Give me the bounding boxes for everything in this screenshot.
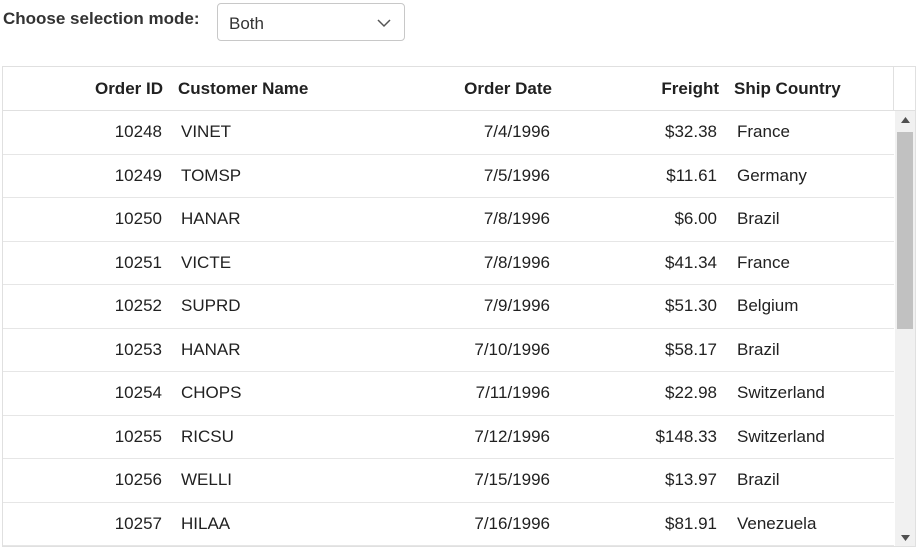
header-divider [893,67,894,111]
column-header-ship-country[interactable]: Ship Country [734,67,894,110]
cell-order-date[interactable]: 7/8/1996 [383,242,551,285]
grid-body: 10248 VINET 7/4/1996 $32.38 France 10249 TOMSP… [3,111,894,546]
table-row[interactable]: 10251 VICTE 7/8/1996 $41.34 France [3,241,894,285]
cell-ship-country[interactable]: Switzerland [737,372,894,415]
cell-order-date[interactable]: 7/5/1996 [383,155,551,198]
cell-order-date[interactable]: 7/12/1996 [383,416,551,459]
toolbar: Choose selection mode: Both [0,0,917,44]
cell-ship-country[interactable]: Germany [737,155,894,198]
cell-freight[interactable]: $32.38 [563,111,718,154]
table-row[interactable]: 10256 WELLI 7/15/1996 $13.97 Brazil [3,459,894,503]
cell-customer-name[interactable]: HANAR [181,329,381,372]
column-header-order-date[interactable]: Order Date [383,67,552,110]
cell-order-id[interactable]: 10254 [3,372,163,415]
table-row[interactable]: 10248 VINET 7/4/1996 $32.38 France [3,111,894,155]
selection-mode-label: Choose selection mode: [3,9,200,28]
cell-freight[interactable]: $13.97 [563,459,718,502]
table-row[interactable]: 10252 SUPRD 7/9/1996 $51.30 Belgium [3,285,894,329]
table-row[interactable]: 10255 RICSU 7/12/1996 $148.33 Switzerland [3,415,894,459]
selection-mode-dropdown[interactable]: Both [217,3,405,41]
cell-order-id[interactable]: 10248 [3,111,163,154]
cell-ship-country[interactable]: Brazil [737,198,894,241]
table-row[interactable]: 10257 HILAA 7/16/1996 $81.91 Venezuela [3,502,894,546]
cell-order-id[interactable]: 10255 [3,416,163,459]
scroll-up-arrow-icon[interactable] [895,111,915,128]
cell-order-id[interactable]: 10257 [3,503,163,546]
cell-customer-name[interactable]: WELLI [181,459,381,502]
table-row[interactable]: 10250 HANAR 7/8/1996 $6.00 Brazil [3,198,894,242]
chevron-down-icon [377,19,391,28]
cell-order-date[interactable]: 7/15/1996 [383,459,551,502]
orders-grid: Order ID Customer Name Order Date Freigh… [2,66,916,547]
cell-order-date[interactable]: 7/11/1996 [383,372,551,415]
cell-order-id[interactable]: 10252 [3,285,163,328]
cell-order-id[interactable]: 10253 [3,329,163,372]
cell-customer-name[interactable]: SUPRD [181,285,381,328]
cell-freight[interactable]: $58.17 [563,329,718,372]
cell-order-id[interactable]: 10256 [3,459,163,502]
table-row[interactable]: 10249 TOMSP 7/5/1996 $11.61 Germany [3,154,894,198]
table-row[interactable]: 10253 HANAR 7/10/1996 $58.17 Brazil [3,328,894,372]
selection-mode-value: Both [229,14,264,33]
cell-customer-name[interactable]: HANAR [181,198,381,241]
cell-freight[interactable]: $11.61 [563,155,718,198]
cell-freight[interactable]: $81.91 [563,503,718,546]
cell-customer-name[interactable]: RICSU [181,416,381,459]
cell-order-date[interactable]: 7/9/1996 [383,285,551,328]
cell-customer-name[interactable]: VINET [181,111,381,154]
cell-ship-country[interactable]: France [737,111,894,154]
cell-order-id[interactable]: 10250 [3,198,163,241]
cell-order-date[interactable]: 7/4/1996 [383,111,551,154]
cell-order-date[interactable]: 7/10/1996 [383,329,551,372]
grid-header: Order ID Customer Name Order Date Freigh… [3,67,915,111]
column-header-freight[interactable]: Freight [563,67,719,110]
cell-ship-country[interactable]: France [737,242,894,285]
cell-order-date[interactable]: 7/16/1996 [383,503,551,546]
cell-customer-name[interactable]: HILAA [181,503,381,546]
cell-ship-country[interactable]: Venezuela [737,503,894,546]
cell-freight[interactable]: $6.00 [563,198,718,241]
cell-freight[interactable]: $51.30 [563,285,718,328]
cell-ship-country[interactable]: Brazil [737,459,894,502]
cell-customer-name[interactable]: CHOPS [181,372,381,415]
cell-freight[interactable]: $148.33 [563,416,718,459]
scrollbar-thumb[interactable] [897,132,913,329]
cell-order-id[interactable]: 10249 [3,155,163,198]
cell-ship-country[interactable]: Brazil [737,329,894,372]
cell-order-id[interactable]: 10251 [3,242,163,285]
cell-ship-country[interactable]: Switzerland [737,416,894,459]
cell-freight[interactable]: $22.98 [563,372,718,415]
scroll-down-arrow-icon[interactable] [895,529,915,546]
cell-customer-name[interactable]: VICTE [181,242,381,285]
cell-freight[interactable]: $41.34 [563,242,718,285]
column-header-customer-name[interactable]: Customer Name [178,67,378,110]
cell-ship-country[interactable]: Belgium [737,285,894,328]
vertical-scrollbar[interactable] [895,111,915,546]
cell-order-date[interactable]: 7/8/1996 [383,198,551,241]
column-header-order-id[interactable]: Order ID [3,67,163,110]
cell-customer-name[interactable]: TOMSP [181,155,381,198]
table-row[interactable]: 10254 CHOPS 7/11/1996 $22.98 Switzerland [3,372,894,416]
